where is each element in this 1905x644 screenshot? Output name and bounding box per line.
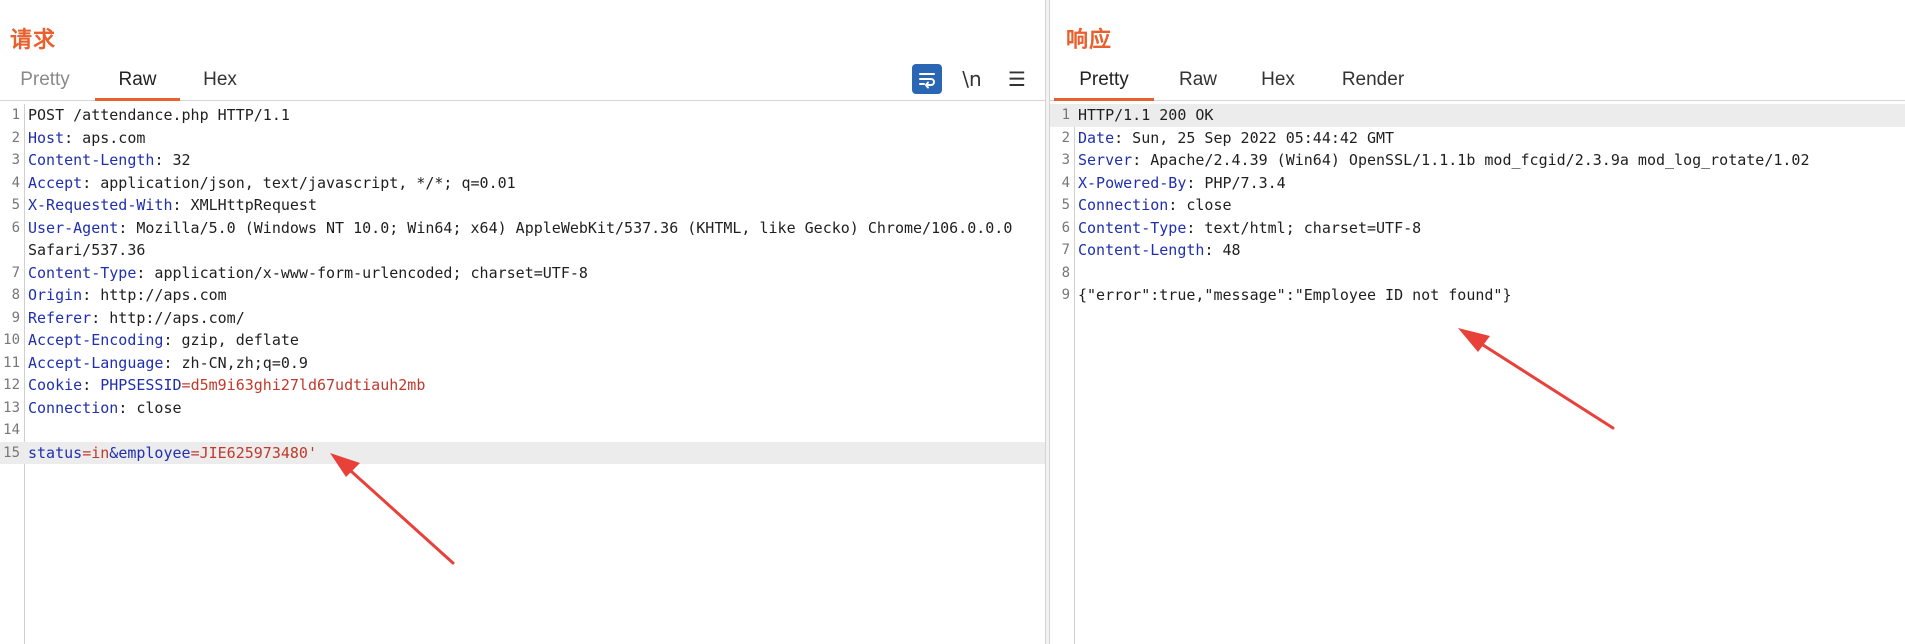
request-tab-raw[interactable]: Raw: [95, 62, 180, 101]
response-body-line: 9 {"error":true,"message":"Employee ID no…: [1061, 286, 1512, 304]
response-line: 6 Content-Type: text/html; charset=UTF-8: [1061, 218, 1422, 237]
response-line: 8: [1061, 264, 1070, 281]
newline-toggle-button[interactable]: \n: [957, 64, 987, 94]
request-line: 6 User-Agent: Mozilla/5.0 (Windows NT 10.…: [11, 218, 1013, 237]
response-line: 1 HTTP/1.1 200 OK: [1050, 104, 1905, 127]
request-line: 11 Accept-Language: zh-CN,zh;q=0.9: [3, 353, 308, 372]
response-line: 3 Server: Apache/2.4.39 (Win64) OpenSSL/1…: [1061, 151, 1810, 169]
request-line: 9 Referer: http://aps.com/: [11, 308, 245, 327]
request-line: 8 Origin: http://aps.com: [11, 286, 227, 304]
response-tab-bar: Pretty Raw Hex Render: [1050, 62, 1905, 101]
response-pane: 响应 Pretty Raw Hex Render 1 HTTP/1.1 200 O…: [1050, 0, 1905, 644]
request-tab-pretty[interactable]: Pretty: [10, 62, 80, 98]
request-line: 5 X-Requested-With: XMLHttpRequest: [11, 196, 317, 214]
request-tab-bar: Pretty Raw Hex: [0, 62, 1045, 101]
response-tab-render[interactable]: Render: [1333, 62, 1413, 98]
request-title: 请求: [10, 28, 57, 53]
request-line: 1 POST /attendance.php HTTP/1.1: [11, 106, 290, 124]
response-title: 响应: [1066, 28, 1113, 53]
response-tab-pretty[interactable]: Pretty: [1054, 62, 1154, 101]
request-pane: 请求 Pretty Raw Hex \n ☰ 1 POST /attendance…: [0, 0, 1045, 644]
response-line: 4 X-Powered-By: PHP/7.3.4: [1061, 173, 1286, 192]
request-line: 4 Accept: application/json, text/javascri…: [11, 173, 516, 192]
word-wrap-glyph: [919, 73, 935, 89]
hamburger-menu-icon[interactable]: ☰: [1002, 64, 1032, 94]
request-line: 12 Cookie: PHPSESSID=d5m9i63ghi27ld67udti…: [3, 376, 426, 394]
response-line: 5 Connection: close: [1061, 196, 1232, 214]
request-editor[interactable]: 1 POST /attendance.php HTTP/1.1 2 Host: ap…: [0, 104, 1045, 644]
word-wrap-icon[interactable]: [912, 64, 942, 94]
request-body-line: 15 status=in&employee=JIE625973480': [0, 441, 1045, 464]
response-editor[interactable]: 1 HTTP/1.1 200 OK 2 Date: Sun, 25 Sep 2022…: [1050, 104, 1905, 644]
request-line-continuation: Safari/537.36: [28, 241, 146, 259]
request-line: 2 Host: aps.com: [11, 128, 146, 147]
response-tab-raw[interactable]: Raw: [1168, 62, 1228, 98]
request-line: 10 Accept-Encoding: gzip, deflate: [3, 331, 299, 349]
request-line: 7 Content-Type: application/x-www-form-ur…: [11, 263, 588, 282]
request-tab-hex[interactable]: Hex: [190, 62, 250, 98]
request-line: 14: [3, 422, 20, 438]
response-line: 2 Date: Sun, 25 Sep 2022 05:44:42 GMT: [1061, 128, 1395, 147]
request-line: 3 Content-Length: 32: [11, 151, 191, 169]
response-tab-hex[interactable]: Hex: [1248, 62, 1308, 98]
response-line: 7 Content-Length: 48: [1061, 241, 1241, 259]
request-line: 13 Connection: close: [3, 398, 182, 417]
